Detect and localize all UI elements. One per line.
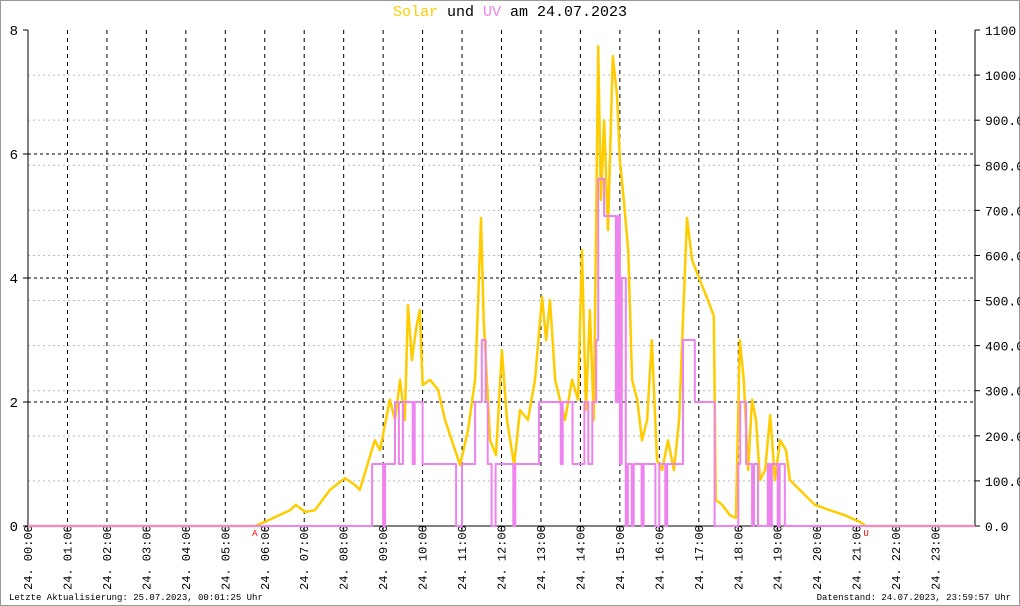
left-tick-label: 6 xyxy=(10,148,18,164)
left-tick-label: 4 xyxy=(10,272,18,288)
x-tick-label: 24. 23:00 xyxy=(930,525,944,590)
right-tick-label: 1000.0 xyxy=(985,69,1020,84)
x-tick-label: 24. 01:00 xyxy=(61,525,75,590)
x-tick-label: 24. 02:00 xyxy=(101,525,115,590)
right-tick-label: 1100 xyxy=(985,24,1016,39)
x-tick-label: 24. 04:00 xyxy=(180,525,194,590)
right-tick-label: 400.0 xyxy=(985,340,1020,355)
right-tick-label: 900.0 xyxy=(985,114,1020,129)
x-tick-label: 24. 09:00 xyxy=(377,525,391,590)
x-tick-label: 24. 13:00 xyxy=(535,525,549,590)
x-tick-label: 24. 07:00 xyxy=(298,525,312,590)
x-tick-label: 24. 19:00 xyxy=(772,525,786,590)
right-tick-label: 800.0 xyxy=(985,159,1020,174)
x-tick-label: 24. 22:00 xyxy=(890,525,904,590)
right-tick-label: 500.0 xyxy=(985,295,1020,310)
right-tick-label: 0.0 xyxy=(985,520,1008,535)
x-tick-label: 24. 14:00 xyxy=(574,525,588,590)
right-tick-label: 600.0 xyxy=(985,249,1020,264)
solar-uv-chart: 0 2 4 6 8 0.0 100.0 200.0 300.0 400.0 500.0 600.0 70… xyxy=(10,24,1020,590)
sunset-marker: U xyxy=(863,529,868,539)
x-tick-label: 24. 20:00 xyxy=(811,525,825,590)
x-tick-label: 24. 00:00 xyxy=(22,525,36,590)
sunrise-marker: A xyxy=(252,529,258,539)
x-tick-label: 24. 03:00 xyxy=(140,525,154,590)
left-tick-label: 2 xyxy=(10,396,18,412)
data-timestamp: Datenstand: 24.07.2023, 23:59:57 Uhr xyxy=(816,593,1011,603)
left-tick-label: 0 xyxy=(10,520,18,536)
right-tick-label: 100.0 xyxy=(985,475,1020,490)
x-tick-label: 24. 16:00 xyxy=(653,525,667,590)
x-tick-label: 24. 17:00 xyxy=(693,525,707,590)
x-tick-label: 24. 06:00 xyxy=(259,525,273,590)
left-tick-label: 8 xyxy=(10,24,18,40)
x-tick-label: 24. 08:00 xyxy=(338,525,352,590)
right-tick-label: 700.0 xyxy=(985,204,1020,219)
last-update: Letzte Aktualisierung: 25.07.2023, 00:01… xyxy=(9,593,263,603)
x-tick-label: 24. 15:00 xyxy=(614,525,628,590)
right-tick-label: 200.0 xyxy=(985,430,1020,445)
x-tick-label: 24. 05:00 xyxy=(219,525,233,590)
right-tick-label: 300.0 xyxy=(985,385,1020,400)
x-tick-label: 24. 11:00 xyxy=(456,525,470,590)
x-tick-label: 24. 10:00 xyxy=(417,525,431,590)
x-tick-label: 24. 12:00 xyxy=(496,525,510,590)
x-tick-label: 24. 18:00 xyxy=(732,525,746,590)
